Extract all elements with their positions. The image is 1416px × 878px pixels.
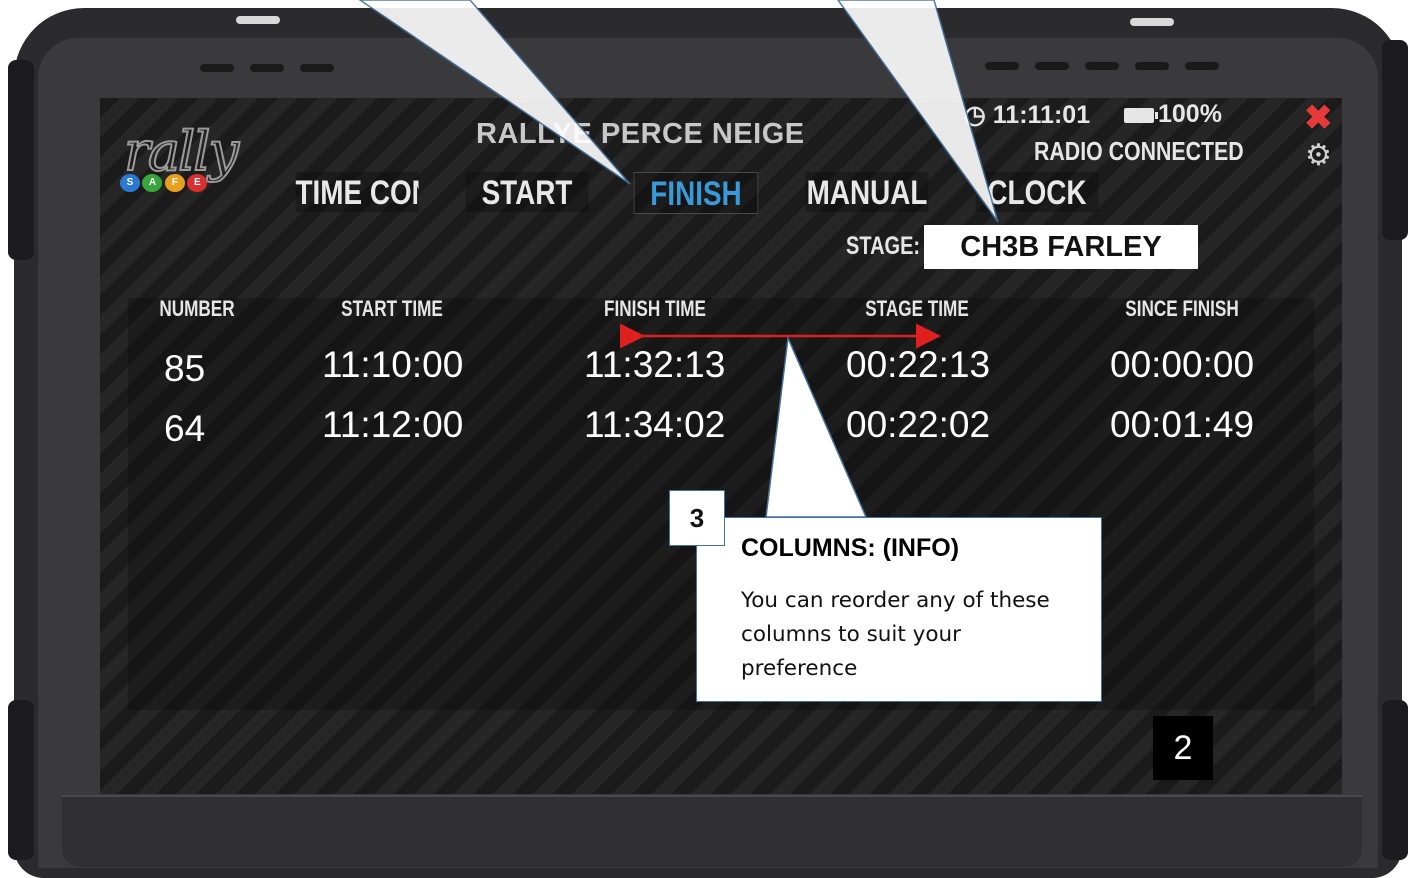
right-grip-top <box>1382 40 1408 240</box>
right-grip-bottom <box>1382 700 1408 860</box>
speaker-slot <box>1085 62 1119 70</box>
callout-box-columns: COLUMNS: (INFO) You can reorder any of t… <box>696 517 1102 702</box>
logo-balls: S A F E <box>120 172 208 192</box>
cell-since-finish: 00:00:00 <box>1110 344 1255 385</box>
logo-ball: S <box>120 174 140 192</box>
top-slot <box>236 16 280 24</box>
cell-number: 85 <box>164 348 206 389</box>
page-number[interactable]: 2 <box>1153 716 1213 780</box>
status-time-text: 11:11:01 <box>992 101 1091 129</box>
cell-finish-time: 11:32:13 <box>584 344 726 385</box>
column-header-start-time[interactable]: START TIME <box>337 296 446 322</box>
logo-ball: E <box>187 174 208 192</box>
logo-ball: F <box>164 174 185 192</box>
cell-number: 64 <box>164 408 206 449</box>
left-grip-bottom <box>8 700 34 860</box>
cell-stage-time: 00:22:02 <box>846 404 991 445</box>
column-header-stage-time[interactable]: STAGE TIME <box>865 296 970 322</box>
radio-status: RADIO CONNECTED <box>1034 136 1244 166</box>
column-header-number[interactable]: NUMBER <box>154 296 240 322</box>
speaker-slot <box>1185 62 1219 70</box>
logo-ball: A <box>142 174 163 192</box>
tab-manual[interactable]: MANUAL <box>805 172 929 212</box>
cell-finish-time: 11:34:02 <box>584 404 726 445</box>
event-title: RALLYE PERCE NEIGE <box>476 118 805 150</box>
callout-body: You can reorder any of these columns to … <box>741 588 1050 681</box>
callout-title: COLUMNS: (INFO) <box>741 534 960 562</box>
tab-time-control[interactable]: TIME CONTRO <box>295 172 419 212</box>
clock-icon: ◷ <box>964 101 986 129</box>
cell-start-time: 11:12:00 <box>322 404 464 445</box>
top-slot <box>1130 18 1174 26</box>
tab-start[interactable]: START <box>465 172 589 212</box>
status-battery: 100% <box>1124 100 1222 129</box>
tab-finish[interactable]: FINISH <box>633 172 759 214</box>
speaker-slot <box>300 64 334 72</box>
speaker-slot <box>250 64 284 72</box>
cell-start-time: 11:10:00 <box>322 344 464 385</box>
left-grip-top <box>8 60 34 260</box>
stage-value[interactable]: CH3B FARLEY <box>924 225 1198 269</box>
column-header-since-finish[interactable]: SINCE FINISH <box>1121 296 1243 322</box>
tablet-device: rally S A F E RALLYE PERCE NEIGE ◷ 11:11… <box>0 0 1416 878</box>
rally-safe-logo: rally S A F E <box>106 112 266 192</box>
battery-icon <box>1124 107 1158 123</box>
callout-number-badge: 3 <box>669 490 725 546</box>
speaker-slot <box>200 64 234 72</box>
speaker-slot <box>1035 62 1069 70</box>
gear-icon[interactable]: ⚙ <box>1305 138 1332 173</box>
speaker-slot <box>985 62 1019 70</box>
cell-since-finish: 00:01:49 <box>1110 404 1255 445</box>
tablet-bottom-lip <box>62 795 1362 867</box>
tab-clock[interactable]: CLOCK <box>975 172 1099 212</box>
column-header-finish-time[interactable]: FINISH TIME <box>603 296 708 322</box>
battery-percent: 100% <box>1158 100 1222 128</box>
stage-label: STAGE: <box>846 232 921 260</box>
speaker-slot <box>1135 62 1169 70</box>
cell-stage-time: 00:22:13 <box>846 344 991 385</box>
status-clock: ◷ 11:11:01 <box>964 100 1090 130</box>
close-icon[interactable]: ✖ <box>1304 98 1333 138</box>
